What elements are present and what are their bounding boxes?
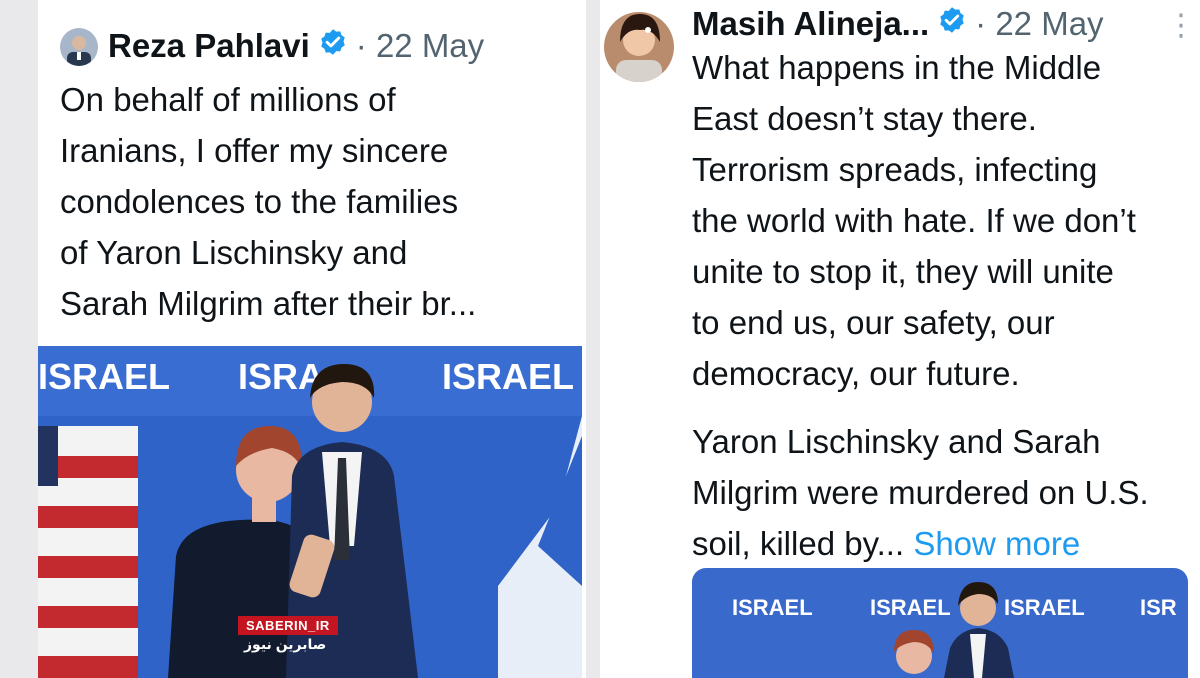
avatar-photo: [604, 12, 674, 82]
more-options-icon[interactable]: ⋮: [1166, 8, 1196, 43]
us-flag: [38, 426, 138, 678]
tweet-text: On behalf of millions of Iranians, I off…: [60, 81, 477, 322]
tweet-header: Masih Alineja... · 22 May: [692, 4, 1104, 44]
left-tweet-card: Reza Pahlavi · 22 May On behalf of milli…: [38, 0, 586, 678]
author-name[interactable]: Reza Pahlavi: [108, 26, 310, 66]
banner-text: ISRAEL: [732, 595, 813, 620]
banner-text: ISRAEL: [1004, 595, 1085, 620]
verified-badge-icon: [318, 26, 348, 66]
tweet-media[interactable]: ISRAEL ISRA ISRAEL SABERIN_IR صابرین نیو…: [38, 346, 582, 678]
banner-text: ISRAEL: [38, 356, 170, 397]
right-tweet-card: Masih Alineja... · 22 May ⋮ What happens…: [600, 0, 1200, 678]
tweet-date[interactable]: · 22 May: [356, 26, 484, 66]
author-avatar[interactable]: [604, 12, 674, 82]
tweet-text-paragraph-1: What happens in the Middle East doesn’t …: [692, 49, 1136, 392]
banner-text: ISRAEL: [870, 595, 951, 620]
banner-text: ISR: [1140, 595, 1177, 620]
author-name[interactable]: Masih Alineja...: [692, 4, 929, 44]
event-photo: ISRAEL ISRAEL ISRAEL ISR: [692, 568, 1188, 678]
watermark-label: SABERIN_IR: [238, 616, 338, 635]
show-more-link[interactable]: Show more: [913, 525, 1080, 562]
verified-badge-icon: [937, 4, 967, 44]
avatar-photo: [60, 28, 98, 66]
author-avatar[interactable]: [60, 28, 98, 66]
divider: [586, 0, 600, 678]
tweet-media[interactable]: ISRAEL ISRAEL ISRAEL ISR: [692, 568, 1188, 678]
tweet-text-paragraph-2-container: Yaron Lischinsky and Sarah Milgrim were …: [692, 416, 1192, 569]
banner-text: ISRAEL: [442, 356, 574, 397]
tweet-header: Reza Pahlavi · 22 May: [108, 26, 484, 66]
tweet-date[interactable]: · 22 May: [975, 4, 1103, 44]
watermark-sub-label: صابرین نیوز: [244, 636, 327, 652]
